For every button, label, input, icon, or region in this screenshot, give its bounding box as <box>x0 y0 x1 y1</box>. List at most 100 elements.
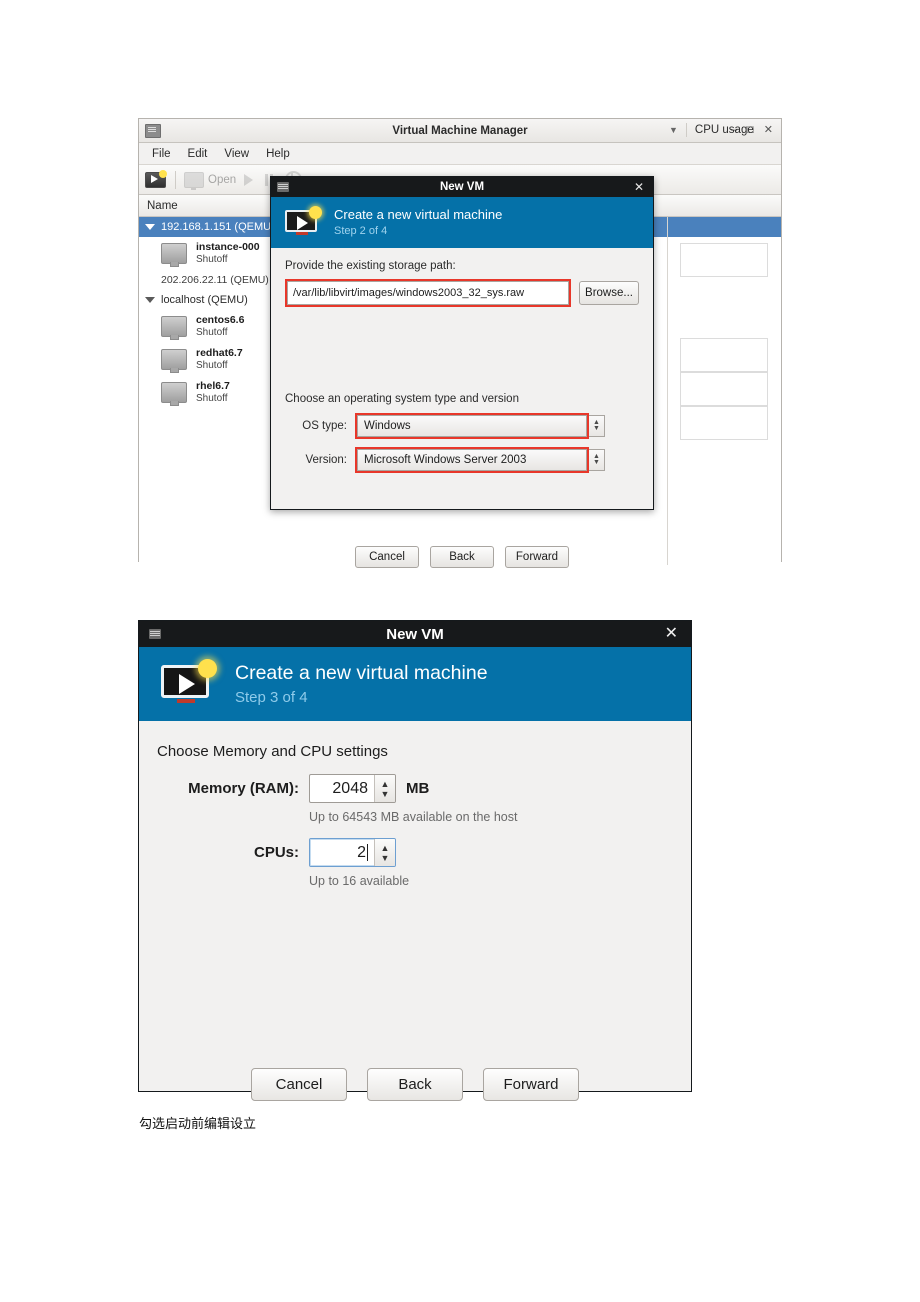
vm-meta: rhel6.7 Shutoff <box>196 380 230 406</box>
dialog-header-title: Create a new virtual machine <box>334 207 503 223</box>
os-type-spinner-arrows[interactable]: ▲ ▼ <box>589 415 605 437</box>
cpus-label: CPUs: <box>253 844 299 861</box>
vm-meta: redhat6.7 Shutoff <box>196 347 243 373</box>
memory-stepper-arrows[interactable]: ▲ ▼ <box>374 775 395 802</box>
cancel-button[interactable]: Cancel <box>251 1068 347 1101</box>
page-caption: 勾选启动前编辑设立 <box>139 1117 257 1132</box>
os-section-label: Choose an operating system type and vers… <box>285 393 519 405</box>
forward-button[interactable]: Forward <box>483 1068 579 1101</box>
memory-label: Memory (RAM): <box>188 780 299 797</box>
tree-host-label: 202.206.22.11 (QEMU) – <box>161 274 278 286</box>
column-header-cpu-usage[interactable]: CPU usage <box>695 124 754 136</box>
vm-monitor-icon <box>161 382 187 406</box>
back-button[interactable]: Back <box>430 546 494 568</box>
expander-triangle-icon[interactable] <box>145 224 155 230</box>
vm-monitor-icon <box>161 349 187 373</box>
close-icon[interactable]: ✕ <box>634 181 644 193</box>
memory-hint: Up to 64543 MB available on the host <box>309 810 518 824</box>
vm-state: Shutoff <box>196 326 228 338</box>
dialog-header: Create a new virtual machine Step 2 of 4 <box>271 197 653 248</box>
menu-edit[interactable]: Edit <box>181 146 215 162</box>
close-icon[interactable]: ✕ <box>764 125 773 136</box>
cpu-sparkline <box>679 338 768 372</box>
vm-meta: instance-000 Shutoff <box>196 241 260 267</box>
menubar: File Edit View Help <box>139 143 781 165</box>
menu-view[interactable]: View <box>217 146 256 162</box>
dialog-body: Provide the existing storage path: /var/… <box>271 248 653 580</box>
vm-name: redhat6.7 <box>196 346 243 359</box>
column-header-cpu-usage-group: ▼ CPU usage <box>669 119 754 140</box>
cpu-sparkline <box>679 243 768 277</box>
cpus-hint: Up to 16 available <box>309 874 410 888</box>
vm-monitor-icon <box>161 316 187 340</box>
browse-button[interactable]: Browse... <box>579 281 639 305</box>
dialog-button-row: Cancel Back Forward <box>271 546 653 568</box>
cpus-stepper[interactable]: 2 ▲ ▼ <box>309 838 396 867</box>
tree-host-label: localhost (QEMU) <box>161 294 248 306</box>
open-button[interactable]: Open <box>184 171 237 190</box>
back-button[interactable]: Back <box>367 1068 463 1101</box>
cpu-sparkline <box>679 372 768 406</box>
forward-button[interactable]: Forward <box>505 546 569 568</box>
version-label: Version: <box>305 454 347 466</box>
os-section: Choose an operating system type and vers… <box>285 393 639 473</box>
vm-monitor-icon <box>161 243 187 267</box>
cpus-input[interactable]: 2 <box>310 839 374 866</box>
monitor-icon <box>184 171 204 190</box>
memory-stepper[interactable]: 2048 ▲ ▼ <box>309 774 396 803</box>
dialog-titlebar: New VM ✕ <box>139 621 691 647</box>
dialog-header-step: Step 2 of 4 <box>334 224 388 237</box>
os-type-select[interactable]: Windows <box>357 415 587 437</box>
new-vm-wizard-icon <box>285 205 322 238</box>
dialog-header-step: Step 3 of 4 <box>235 689 308 706</box>
os-type-label: OS type: <box>302 420 347 432</box>
vm-name: rhel6.7 <box>196 379 230 392</box>
dialog-button-row: Cancel Back Forward <box>139 1068 691 1101</box>
storage-path-input[interactable]: /var/lib/libvirt/images/windows2003_32_s… <box>287 281 569 305</box>
vm-name: instance-000 <box>196 240 260 253</box>
new-vm-wizard-icon <box>161 658 217 707</box>
new-vm-dialog-step2: New VM ✕ Create a new virtual machine St… <box>270 176 654 568</box>
dialog-titlebar: New VM ✕ <box>271 177 653 197</box>
vm-state: Shutoff <box>196 392 228 404</box>
version-spinner-arrows[interactable]: ▲ ▼ <box>589 449 605 471</box>
cpu-sparkline <box>679 406 768 440</box>
menu-file[interactable]: File <box>145 146 178 162</box>
chevron-down-icon[interactable]: ▼ <box>669 125 678 135</box>
dialog-title: New VM <box>386 625 444 643</box>
dialog-body: Choose Memory and CPU settings Memory (R… <box>139 721 691 1115</box>
storage-path-row: /var/lib/libvirt/images/windows2003_32_s… <box>285 279 639 307</box>
os-type-highlight: Windows <box>355 413 589 439</box>
dialog-header: Create a new virtual machine Step 3 of 4 <box>139 647 691 721</box>
dialog-header-text: Create a new virtual machine Step 2 of 4 <box>334 206 502 238</box>
dialog-header-title: Create a new virtual machine <box>235 662 488 684</box>
new-vm-icon[interactable] <box>145 170 167 189</box>
vm-name: centos6.6 <box>196 313 245 326</box>
vm-meta: centos6.6 Shutoff <box>196 314 244 340</box>
new-vm-dialog-step3: New VM ✕ Create a new virtual machine St… <box>138 620 692 1101</box>
dialog-header-text: Create a new virtual machine Step 3 of 4 <box>235 662 488 706</box>
cpu-selected-row-band <box>667 217 781 237</box>
vm-state: Shutoff <box>196 359 228 371</box>
column-divider <box>685 122 687 137</box>
cpus-input-value: 2 <box>357 843 366 861</box>
vm-state: Shutoff <box>196 253 228 265</box>
run-vm-icon[interactable] <box>244 173 254 186</box>
menu-help[interactable]: Help <box>259 146 297 162</box>
cancel-button[interactable]: Cancel <box>355 546 419 568</box>
memory-input[interactable]: 2048 <box>310 775 374 802</box>
storage-path-label: Provide the existing storage path: <box>285 260 456 272</box>
text-caret <box>367 844 368 861</box>
cpus-stepper-arrows[interactable]: ▲ ▼ <box>374 839 395 866</box>
toolbar-separator <box>175 170 176 189</box>
memory-cpu-section-label: Choose Memory and CPU settings <box>157 743 388 760</box>
dialog-title: New VM <box>439 181 485 193</box>
os-type-row: OS type: Windows ▲ ▼ <box>285 413 639 439</box>
storage-path-highlight: /var/lib/libvirt/images/windows2003_32_s… <box>285 279 571 307</box>
open-label: Open <box>208 173 237 186</box>
expander-triangle-icon[interactable] <box>145 297 155 303</box>
version-select[interactable]: Microsoft Windows Server 2003 <box>357 449 587 471</box>
memory-row: Memory (RAM): 2048 ▲ ▼ MB <box>139 774 691 803</box>
close-icon[interactable]: ✕ <box>665 626 678 642</box>
version-row: Version: Microsoft Windows Server 2003 ▲… <box>285 447 639 473</box>
